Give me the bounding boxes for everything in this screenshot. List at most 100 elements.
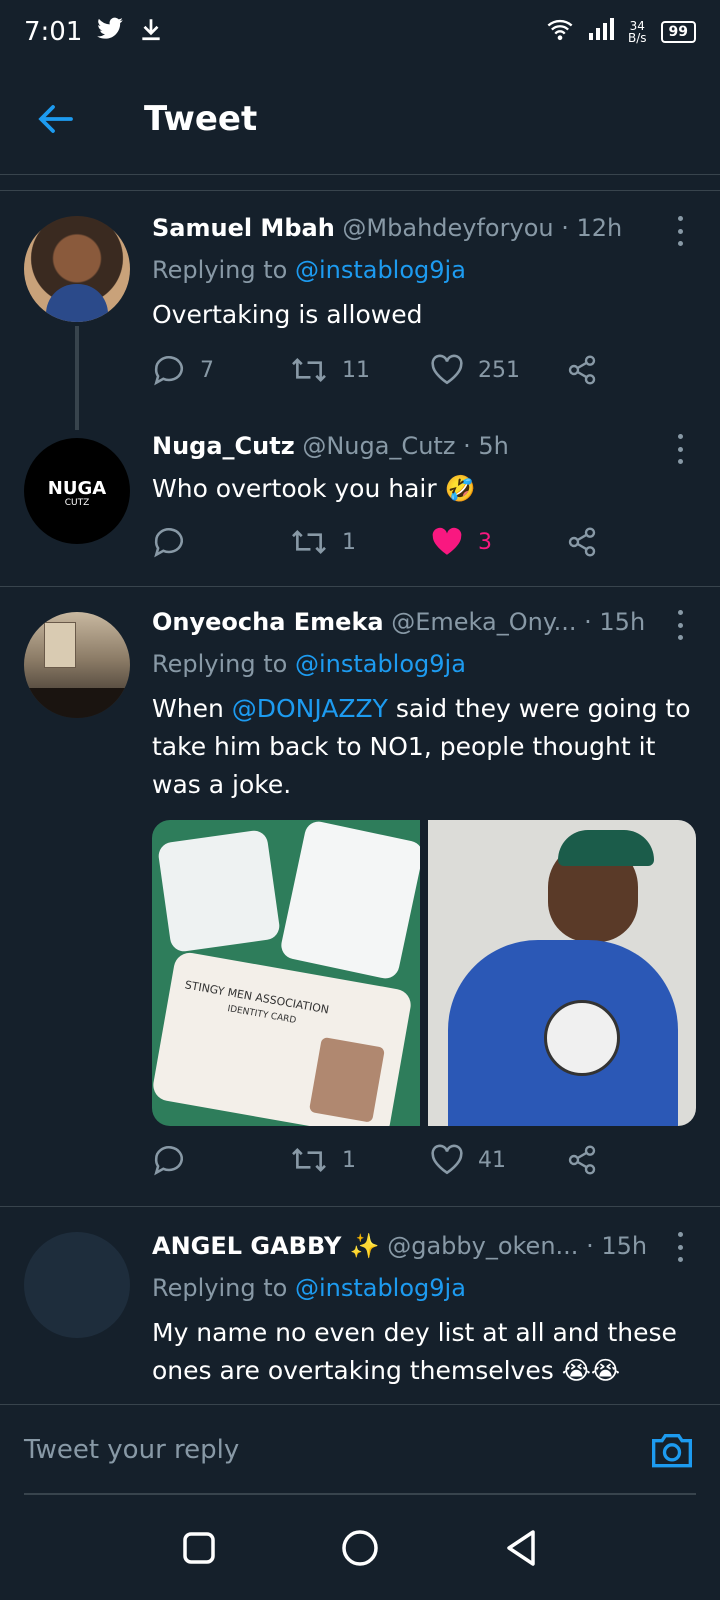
author-handle[interactable]: @gabby_oken...: [387, 1232, 578, 1260]
signal-icon: [588, 17, 614, 47]
retweet-button[interactable]: 11: [290, 354, 370, 386]
divider: [0, 586, 720, 587]
divider: [0, 1206, 720, 1207]
share-button[interactable]: [566, 354, 598, 386]
author-name[interactable]: ANGEL GABBY ✨: [152, 1232, 380, 1260]
app-header: Tweet: [0, 64, 720, 175]
share-icon: [568, 1145, 596, 1175]
reply-button[interactable]: [152, 526, 200, 558]
avatar[interactable]: [24, 1232, 130, 1338]
composer-underline: [24, 1493, 696, 1495]
divider: [0, 190, 720, 191]
replying-to: Replying to @instablog9ja: [152, 256, 466, 284]
home-button[interactable]: [340, 1528, 380, 1572]
like-count: 3: [478, 529, 492, 555]
tweet-text: Overtaking is allowed: [152, 300, 423, 329]
author-name[interactable]: Onyeocha Emeka: [152, 608, 384, 636]
more-options-icon[interactable]: [670, 216, 690, 246]
tweet-actions: 7 11 251: [152, 354, 632, 394]
retweet-icon: [292, 357, 326, 383]
replying-handle[interactable]: @instablog9ja: [295, 256, 466, 284]
reply-icon: [154, 528, 184, 558]
retweet-button[interactable]: 1: [290, 1144, 356, 1176]
twitter-bird-icon: [96, 17, 124, 48]
replying-handle[interactable]: @instablog9ja: [295, 650, 466, 678]
reply-button[interactable]: 7: [152, 354, 214, 386]
media-image-id-cards[interactable]: STINGY MEN ASSOCIATION IDENTITY CARD: [152, 820, 420, 1126]
camera-icon: [652, 1434, 692, 1468]
tweet-actions: 1 3: [152, 526, 632, 566]
retweet-count: 11: [342, 357, 370, 383]
more-options-icon[interactable]: [670, 610, 690, 640]
share-icon: [568, 355, 596, 385]
battery-indicator: 99: [660, 21, 696, 43]
like-button[interactable]: 41: [430, 1144, 506, 1176]
camera-button[interactable]: [650, 1429, 694, 1473]
share-button[interactable]: [566, 526, 598, 558]
author-name[interactable]: Samuel Mbah: [152, 214, 335, 242]
tweet-text: My name no even dey list at all and thes…: [152, 1318, 677, 1385]
like-button[interactable]: 251: [430, 354, 520, 386]
author-name[interactable]: Nuga_Cutz: [152, 432, 295, 460]
avatar-logo-subtext: CUTZ: [64, 498, 90, 508]
status-bar: 7:01 34 B/s 99: [0, 0, 720, 64]
wifi-icon: [546, 17, 574, 48]
system-nav-bar: [0, 1500, 720, 1600]
arrow-left-icon: [38, 105, 73, 133]
tweet-time: · 15h: [586, 1232, 648, 1260]
avatar[interactable]: NUGA CUTZ: [24, 438, 130, 544]
like-count: 41: [478, 1147, 506, 1173]
circle-icon: [342, 1530, 378, 1566]
author-handle[interactable]: @Nuga_Cutz: [302, 432, 455, 460]
avatar[interactable]: [24, 612, 130, 718]
reply-input[interactable]: Tweet your reply: [24, 1435, 239, 1465]
tweet-actions: 1 41: [152, 1144, 632, 1184]
media-image-man-blue-shirt[interactable]: [428, 820, 696, 1126]
replying-to: Replying to @instablog9ja: [152, 1274, 466, 1302]
replying-label: Replying to: [152, 650, 295, 678]
reply-count: 7: [200, 357, 214, 383]
triangle-back-icon: [506, 1530, 535, 1566]
reply-button[interactable]: [152, 1144, 200, 1176]
like-button[interactable]: 3: [430, 526, 492, 558]
share-icon: [568, 527, 596, 557]
share-button[interactable]: [566, 1144, 598, 1176]
tweet-header: Samuel Mbah @Mbahdeyforyou · 12h: [152, 214, 660, 242]
more-options-icon[interactable]: [670, 1232, 690, 1262]
network-speed: 34 B/s: [628, 20, 647, 44]
retweet-count: 1: [342, 529, 356, 555]
tweet-media[interactable]: STINGY MEN ASSOCIATION IDENTITY CARD: [152, 820, 696, 1126]
heart-icon: [431, 1144, 463, 1175]
heart-icon: [431, 354, 463, 385]
replying-handle[interactable]: @instablog9ja: [295, 1274, 466, 1302]
more-options-icon[interactable]: [670, 434, 690, 464]
retweet-icon: [292, 1147, 326, 1173]
tweet-header: ANGEL GABBY ✨ @gabby_oken... · 15h: [152, 1232, 660, 1260]
tweet-time: · 15h: [584, 608, 646, 636]
tweet-time: · 12h: [561, 214, 623, 242]
reply-icon: [154, 356, 184, 386]
recents-button[interactable]: [181, 1530, 217, 1570]
replying-to: Replying to @instablog9ja: [152, 650, 466, 678]
status-time: 7:01: [24, 17, 83, 47]
thread-line: [75, 326, 79, 430]
author-handle[interactable]: @Emeka_Ony...: [391, 608, 576, 636]
like-count: 251: [478, 357, 520, 383]
replying-label: Replying to: [152, 256, 295, 284]
tweet-time: · 5h: [463, 432, 509, 460]
avatar[interactable]: [24, 216, 130, 322]
tweet-text-part: When: [152, 694, 232, 723]
reply-composer: Tweet your reply: [0, 1404, 720, 1501]
tweet-header: Nuga_Cutz @Nuga_Cutz · 5h: [152, 432, 660, 460]
back-nav-button[interactable]: [503, 1528, 539, 1572]
replying-label: Replying to: [152, 1274, 295, 1302]
back-button[interactable]: [28, 91, 84, 147]
avatar-logo-text: NUGA: [47, 478, 107, 499]
battery-level: 99: [668, 24, 688, 40]
retweet-button[interactable]: 1: [290, 526, 356, 558]
tweet-header: Onyeocha Emeka @Emeka_Ony... · 15h: [152, 608, 660, 636]
mention-link[interactable]: @DONJAZZY: [232, 694, 388, 723]
network-speed-unit: B/s: [627, 31, 647, 45]
tweet-text: Who overtook you hair 🤣: [152, 474, 476, 503]
author-handle[interactable]: @Mbahdeyforyou: [342, 214, 553, 242]
